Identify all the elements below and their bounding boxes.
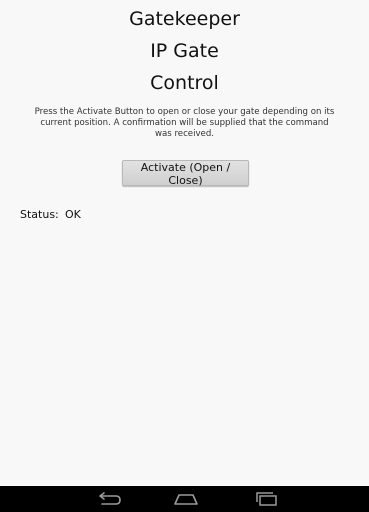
- status-label: Status:: [20, 208, 59, 221]
- title-line-3: Control: [150, 72, 219, 94]
- title-line-1: Gatekeeper: [129, 8, 240, 30]
- instructions-text: Press the Activate Button to open or clo…: [34, 107, 335, 139]
- recent-apps-icon: [256, 492, 277, 506]
- app-screen: Gatekeeper IP Gate Control Press the Act…: [0, 0, 369, 486]
- home-icon: [174, 494, 198, 505]
- system-nav-bar: [0, 486, 369, 512]
- home-button[interactable]: [166, 489, 206, 509]
- back-icon: [99, 492, 121, 505]
- status-value: OK: [65, 208, 81, 221]
- status-row: Status: OK: [20, 208, 81, 222]
- recent-apps-button[interactable]: [246, 489, 286, 509]
- activate-button[interactable]: Activate (Open / Close): [122, 160, 249, 187]
- title-line-2: IP Gate: [150, 40, 219, 62]
- back-button[interactable]: [88, 489, 128, 509]
